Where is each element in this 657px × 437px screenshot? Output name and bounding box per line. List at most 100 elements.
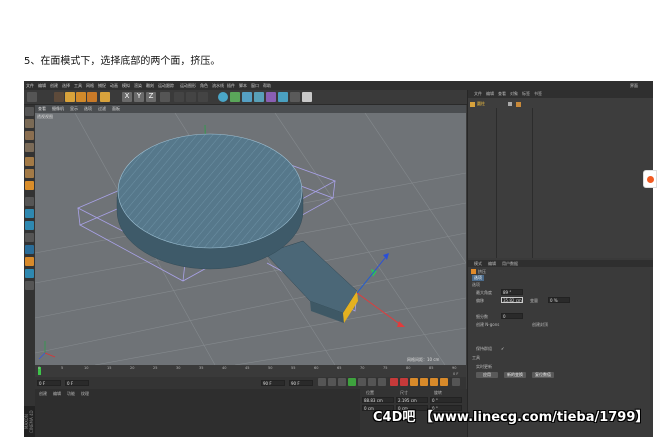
object-row-cylinder[interactable]: 圆柱 [470,101,570,108]
perspective-viewport[interactable]: 查看 摄像机 显示 选项 过滤 面板 透视视图 网格间距：10 cm [35,105,466,365]
position-key-icon[interactable] [420,378,428,386]
x-position-field[interactable]: 88.83 cm [362,397,394,403]
next-key-icon[interactable] [368,378,376,386]
menu-snap[interactable]: 捕捉 [98,83,106,89]
viewport-solo-icon[interactable] [25,269,34,278]
menu-help[interactable]: 帮助 [263,83,271,89]
go-end-icon[interactable] [378,378,386,386]
camera-icon[interactable] [290,92,300,102]
menu-render[interactable]: 渲染 [134,83,142,89]
phong-tag-icon[interactable] [516,102,521,107]
om-menu-objects[interactable]: 对象 [510,91,518,97]
visibility-dots-icon[interactable] [508,102,512,106]
om-menu-tags[interactable]: 标签 [522,91,530,97]
material-tab-create[interactable]: 创建 [39,391,47,397]
make-editable-icon[interactable] [25,107,34,116]
deformer-icon[interactable] [266,92,276,102]
preserve-groups-checkbox[interactable]: ✓ [501,346,504,351]
reset-values-button[interactable]: 复位数值 [532,372,554,378]
menu-sculpt[interactable]: 雕刻 [146,83,154,89]
menu-tools[interactable]: 工具 [74,83,82,89]
polygons-mode-icon[interactable] [25,181,34,190]
next-frame-icon[interactable] [358,378,366,386]
viewport-menu-filter[interactable]: 过滤 [98,106,106,112]
array-icon[interactable] [254,92,264,102]
x-axis-icon[interactable]: X [122,92,132,102]
solo-icon[interactable] [25,257,34,266]
attr-menu-edit[interactable]: 编辑 [488,261,496,267]
frame-end-preview-field[interactable]: 90 F [289,380,313,386]
attr-tab-options[interactable]: 选项 [472,275,484,281]
menu-select[interactable]: 选择 [62,83,70,89]
play-icon[interactable] [348,378,356,386]
menu-edit[interactable]: 编辑 [38,83,46,89]
model-mode-icon[interactable] [25,119,34,128]
timeline-menu-icon[interactable] [452,378,460,386]
layout-label[interactable]: 界面 [630,83,638,89]
go-start-icon[interactable] [318,378,326,386]
menu-script[interactable]: 脚本 [239,83,247,89]
menu-simulate[interactable]: 模拟 [122,83,130,89]
keyframe-selection-icon[interactable] [410,378,418,386]
coord-system-icon[interactable] [160,92,170,102]
snap-icon[interactable] [25,221,34,230]
menu-mograph[interactable]: 运动图形 [180,83,196,89]
viewport-menu-display[interactable]: 显示 [70,106,78,112]
nurbs-icon[interactable] [242,92,252,102]
material-tab-function[interactable]: 功能 [67,391,75,397]
points-mode-icon[interactable] [25,157,34,166]
rotate-icon[interactable] [87,92,97,102]
om-menu-bookmarks[interactable]: 书签 [534,91,542,97]
menu-create[interactable]: 创建 [50,83,58,89]
tweak-mode-icon[interactable] [25,209,34,218]
y-axis-icon[interactable]: Y [134,92,144,102]
locked-workplane-icon[interactable] [25,245,34,254]
grid-icon[interactable] [25,281,34,290]
menu-plugins[interactable]: 插件 [227,83,235,89]
render-settings-icon[interactable] [198,92,208,102]
max-angle-field[interactable]: 89 ° [501,289,523,295]
move-gizmo[interactable] [356,253,405,327]
texture-mode-icon[interactable] [25,131,34,140]
menu-character[interactable]: 角色 [200,83,208,89]
om-menu-edit[interactable]: 编辑 [486,91,494,97]
workplane-mode-icon[interactable] [25,143,34,152]
workplane-icon[interactable] [25,233,34,242]
prev-key-icon[interactable] [328,378,336,386]
light-icon[interactable] [302,92,312,102]
auto-key-icon[interactable] [400,378,408,386]
spline-icon[interactable] [230,92,240,102]
menu-file[interactable]: 文件 [26,83,34,89]
menu-motion-tracker[interactable]: 运动跟踪 [158,83,174,89]
viewport-menu-panel[interactable]: 面板 [112,106,120,112]
offset-field[interactable]: 35.82 cm [501,297,523,303]
attr-menu-mode[interactable]: 模式 [474,261,482,267]
menu-pipeline[interactable]: 流水线 [212,83,224,89]
recent-tool-icon[interactable] [100,92,110,102]
subdivision-field[interactable]: 0 [501,313,523,319]
frame-start-field[interactable]: 0 F [37,380,61,386]
viewport-menu-view[interactable]: 查看 [38,106,46,112]
menu-window[interactable]: 窗口 [251,83,259,89]
variance-field[interactable]: 0 % [548,297,570,303]
render-picture-viewer-icon[interactable] [186,92,196,102]
rotation-key-icon[interactable] [440,378,448,386]
new-transform-button[interactable]: 新的变换 [504,372,526,378]
material-tab-texture[interactable]: 纹理 [81,391,89,397]
enable-axis-icon[interactable] [25,197,34,206]
frame-end-field[interactable]: 90 F [261,380,285,386]
x-size-field[interactable]: 2.195 cm [396,397,428,403]
material-tab-edit[interactable]: 编辑 [53,391,61,397]
edges-mode-icon[interactable] [25,169,34,178]
realtime-update-checkbox[interactable]: 实时更新 [476,364,492,370]
om-menu-view[interactable]: 查看 [498,91,506,97]
apply-button[interactable]: 应用 [476,372,498,378]
menu-mesh[interactable]: 网格 [86,83,94,89]
scene-icon[interactable] [278,92,288,102]
render-view-icon[interactable] [174,92,184,102]
record-icon[interactable] [390,378,398,386]
om-menu-file[interactable]: 文件 [474,91,482,97]
scale-key-icon[interactable] [430,378,438,386]
cube-object-icon[interactable] [218,92,228,102]
h-rotation-field[interactable]: 0 ° [430,397,462,403]
